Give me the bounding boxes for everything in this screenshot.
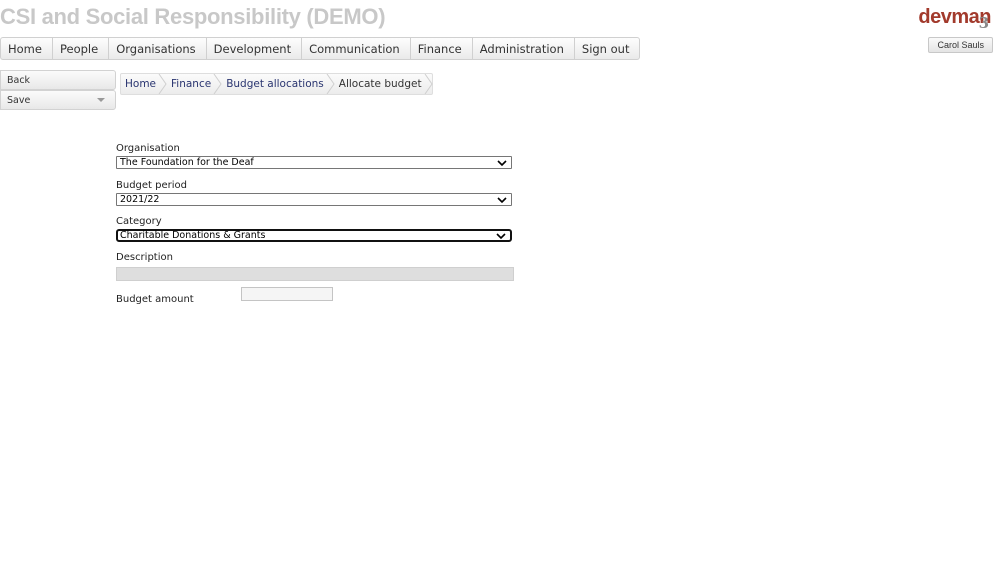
allocate-budget-form: Organisation The Foundation for the Deaf… — [116, 142, 516, 305]
breadcrumb-finance-label: Finance — [171, 78, 212, 90]
chevron-right-icon — [424, 74, 433, 94]
nav-people[interactable]: People — [53, 38, 110, 59]
nav-home[interactable]: Home — [1, 38, 53, 59]
breadcrumb-home-label: Home — [125, 78, 157, 90]
save-button[interactable]: Save — [0, 90, 116, 110]
nav-administration[interactable]: Administration — [473, 38, 575, 59]
breadcrumb-finance[interactable]: Finance — [166, 74, 222, 94]
budget-period-label: Budget period — [116, 180, 188, 191]
side-actions: Back Save — [0, 70, 116, 110]
nav-organisations[interactable]: Organisations — [109, 38, 207, 59]
organisation-select[interactable]: The Foundation for the Deaf — [116, 156, 512, 169]
save-button-label: Save — [7, 95, 31, 106]
breadcrumb-home[interactable]: Home — [121, 74, 167, 94]
chevron-down-icon[interactable] — [97, 98, 105, 102]
breadcrumb-budget-allocations[interactable]: Budget allocations — [221, 74, 335, 94]
app-title: CSI and Social Responsibility (DEMO) — [0, 4, 386, 29]
chevron-down-icon — [496, 233, 506, 240]
chevron-down-icon — [497, 160, 507, 167]
organisation-value: The Foundation for the Deaf — [120, 157, 254, 168]
breadcrumb-allocate-budget-label: Allocate budget — [338, 78, 422, 90]
budget-period-value: 2021/22 — [120, 194, 160, 205]
breadcrumb: Home Finance Budget allocations Allocate… — [120, 73, 433, 95]
nav-development[interactable]: Development — [207, 38, 303, 59]
back-button-label: Back — [7, 75, 31, 86]
description-label: Description — [116, 252, 173, 263]
nav-sign-out[interactable]: Sign out — [575, 38, 640, 59]
category-value: Charitable Donations & Grants — [120, 230, 266, 241]
user-button[interactable]: Carol Sauls — [928, 37, 993, 53]
budget-amount-label: Budget amount — [116, 294, 194, 305]
logo-mark: 3 — [978, 14, 989, 32]
chevron-down-icon — [497, 197, 507, 204]
nav-finance[interactable]: Finance — [411, 38, 473, 59]
budget-amount-row: Budget amount — [116, 287, 516, 305]
back-button[interactable]: Back — [0, 70, 116, 90]
breadcrumb-allocate-budget: Allocate budget — [334, 74, 433, 94]
main-nav: Home People Organisations Development Co… — [0, 37, 641, 60]
category-select[interactable]: Charitable Donations & Grants — [116, 229, 512, 242]
budget-period-select[interactable]: 2021/22 — [116, 193, 512, 206]
breadcrumb-budget-allocations-label: Budget allocations — [226, 78, 324, 90]
category-label: Category — [116, 216, 162, 227]
description-field[interactable] — [116, 267, 514, 281]
organisation-label: Organisation — [116, 143, 180, 154]
budget-amount-input[interactable] — [241, 287, 333, 301]
nav-communication[interactable]: Communication — [302, 38, 411, 59]
